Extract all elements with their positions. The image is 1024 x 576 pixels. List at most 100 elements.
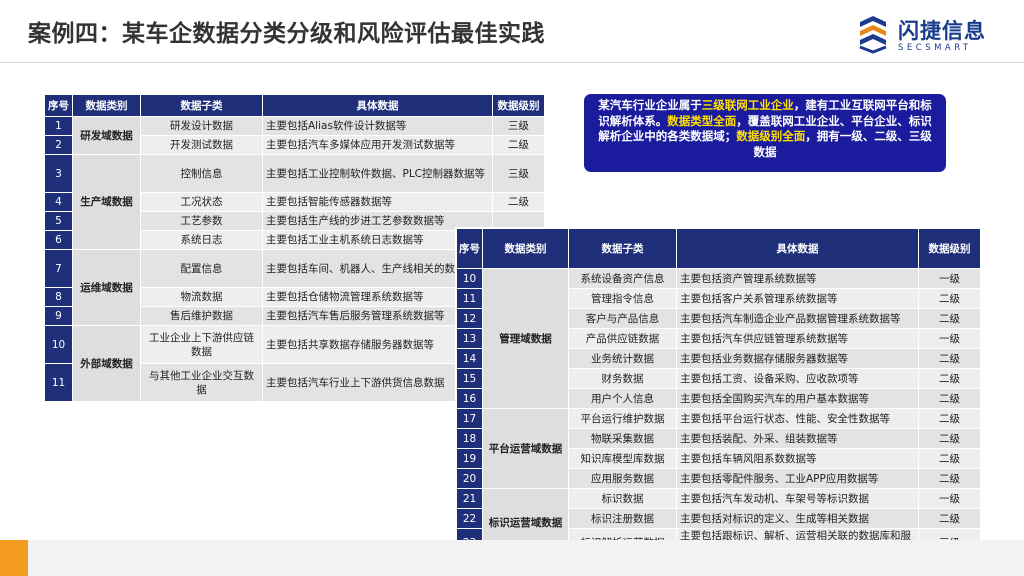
row-number: 20: [456, 468, 483, 489]
level-cell: 二级: [918, 388, 981, 409]
footer-accent: [0, 540, 28, 576]
subcategory-cell: 客户与产品信息: [568, 308, 677, 329]
detail-cell: 主要包括零配件服务、工业APP应用数据等: [676, 468, 919, 489]
summary-callout: 某汽车行业企业属于三级联网工业企业，建有工业互联网平台和标识解析体系。数据类型全…: [584, 94, 946, 172]
level-cell: 二级: [918, 468, 981, 489]
row-number: 7: [44, 249, 73, 288]
level-cell: 一级: [918, 488, 981, 509]
logo-chinese-text: 闪捷信息: [898, 19, 986, 43]
level-cell: 二级: [918, 348, 981, 369]
row-number: 19: [456, 448, 483, 469]
row-number: 17: [456, 408, 483, 429]
subcategory-cell: 工业企业上下游供应链数据: [140, 325, 263, 364]
row-number: 6: [44, 230, 73, 250]
subcategory-cell: 系统设备资产信息: [568, 268, 677, 289]
detail-cell: 主要包括汽车制造企业产品数据管理系统数据等: [676, 308, 919, 329]
row-number: 12: [456, 308, 483, 329]
detail-cell: 主要包括客户关系管理系统数据等: [676, 288, 919, 309]
subcategory-cell: 知识库模型库数据: [568, 448, 677, 469]
header-category: 数据类别: [72, 94, 141, 117]
level-cell: 二级: [918, 448, 981, 469]
logo-icon: [859, 16, 887, 54]
subcategory-cell: 研发设计数据: [140, 116, 263, 136]
level-cell: 二级: [492, 135, 545, 155]
callout-highlight: 三级联网工业企业: [701, 98, 794, 112]
header-no: 序号: [456, 228, 483, 269]
subcategory-cell: 用户个人信息: [568, 388, 677, 409]
header-subcategory: 数据子类: [568, 228, 677, 269]
row-number: 5: [44, 211, 73, 231]
subcategory-cell: 开发测试数据: [140, 135, 263, 155]
header-level: 数据级别: [492, 94, 545, 117]
detail-cell: 主要包括汽车多媒体应用开发测试数据等: [262, 135, 493, 155]
subcategory-cell: 物联采集数据: [568, 428, 677, 449]
subcategory-cell: 业务统计数据: [568, 348, 677, 369]
subcategory-cell: 系统日志: [140, 230, 263, 250]
row-number: 16: [456, 388, 483, 409]
level-cell: 三级: [492, 154, 545, 193]
row-number: 10: [456, 268, 483, 289]
row-number: 9: [44, 306, 73, 326]
level-cell: 二级: [918, 508, 981, 529]
category-cell: 平台运营域数据: [482, 408, 569, 489]
row-number: 8: [44, 287, 73, 307]
header-category: 数据类别: [482, 228, 569, 269]
detail-cell: 主要包括汽车发动机、车架号等标识数据: [676, 488, 919, 509]
table-row: 3 生产域数据 控制信息 主要包括工业控制软件数据、PLC控制器数据等 三级: [44, 154, 545, 250]
level-cell: 二级: [492, 192, 545, 212]
level-cell: 二级: [918, 408, 981, 429]
row-number: 14: [456, 348, 483, 369]
level-cell: 一级: [918, 268, 981, 289]
subcategory-cell: 标识数据: [568, 488, 677, 509]
detail-cell: 主要包括资产管理系统数据等: [676, 268, 919, 289]
data-classification-table-2: 序号 数据类别 数据子类 具体数据 数据级别 10 管理域数据 系统设备资产信息 主要…: [456, 228, 981, 558]
subcategory-cell: 产品供应链数据: [568, 328, 677, 349]
table-row: 10 管理域数据 系统设备资产信息 主要包括资产管理系统数据等 一级: [456, 268, 981, 409]
row-number: 4: [44, 192, 73, 212]
detail-cell: 主要包括智能传感器数据等: [262, 192, 493, 212]
category-cell: 生产域数据: [72, 154, 141, 250]
detail-cell: 主要包括车辆风阻系数数据等: [676, 448, 919, 469]
row-number: 15: [456, 368, 483, 389]
subcategory-cell: 工艺参数: [140, 211, 263, 231]
subcategory-cell: 工况状态: [140, 192, 263, 212]
header-detail: 具体数据: [262, 94, 493, 117]
detail-cell: 主要包括业务数据存储服务器数据等: [676, 348, 919, 369]
detail-cell: 主要包括Alias软件设计数据等: [262, 116, 493, 136]
row-number: 18: [456, 428, 483, 449]
subcategory-cell: 平台运行维护数据: [568, 408, 677, 429]
row-number: 11: [456, 288, 483, 309]
row-number: 3: [44, 154, 73, 193]
row-number: 13: [456, 328, 483, 349]
detail-cell: 主要包括平台运行状态、性能、安全性数据等: [676, 408, 919, 429]
row-number: 2: [44, 135, 73, 155]
header-no: 序号: [44, 94, 73, 117]
detail-cell: 主要包括汽车供应链管理系统数据等: [676, 328, 919, 349]
row-number: 21: [456, 488, 483, 509]
callout-text: 某汽车行业企业属于: [598, 98, 702, 112]
page-title: 案例四：某车企数据分类分级和风险评估最佳实践: [28, 21, 545, 47]
table-row: 17 平台运营域数据 平台运行维护数据 主要包括平台运行状态、性能、安全性数据等 二级: [456, 408, 981, 489]
row-number: 11: [44, 363, 73, 402]
subcategory-cell: 财务数据: [568, 368, 677, 389]
level-cell: 三级: [492, 116, 545, 136]
category-cell: 管理域数据: [482, 268, 569, 409]
level-cell: 二级: [918, 308, 981, 329]
row-number: 1: [44, 116, 73, 136]
detail-cell: 主要包括对标识的定义、生成等相关数据: [676, 508, 919, 529]
level-cell: 二级: [918, 288, 981, 309]
logo-english-text: SECSMART: [898, 43, 972, 53]
callout-highlight: 数据类型全面: [667, 113, 737, 128]
footer-bar: [0, 540, 1024, 576]
category-cell: 运维域数据: [72, 249, 141, 326]
header-detail: 具体数据: [676, 228, 919, 269]
header-divider: [0, 62, 1024, 63]
subcategory-cell: 控制信息: [140, 154, 263, 193]
table-row: 1 研发域数据 研发设计数据 主要包括Alias软件设计数据等 三级: [44, 116, 545, 155]
subcategory-cell: 配置信息: [140, 249, 263, 288]
subcategory-cell: 物流数据: [140, 287, 263, 307]
subcategory-cell: 与其他工业企业交互数据: [140, 363, 263, 402]
detail-cell: 主要包括工业控制软件数据、PLC控制器数据等: [262, 154, 493, 193]
category-cell: 研发域数据: [72, 116, 141, 155]
callout-highlight: 数据级别全面: [736, 129, 806, 143]
